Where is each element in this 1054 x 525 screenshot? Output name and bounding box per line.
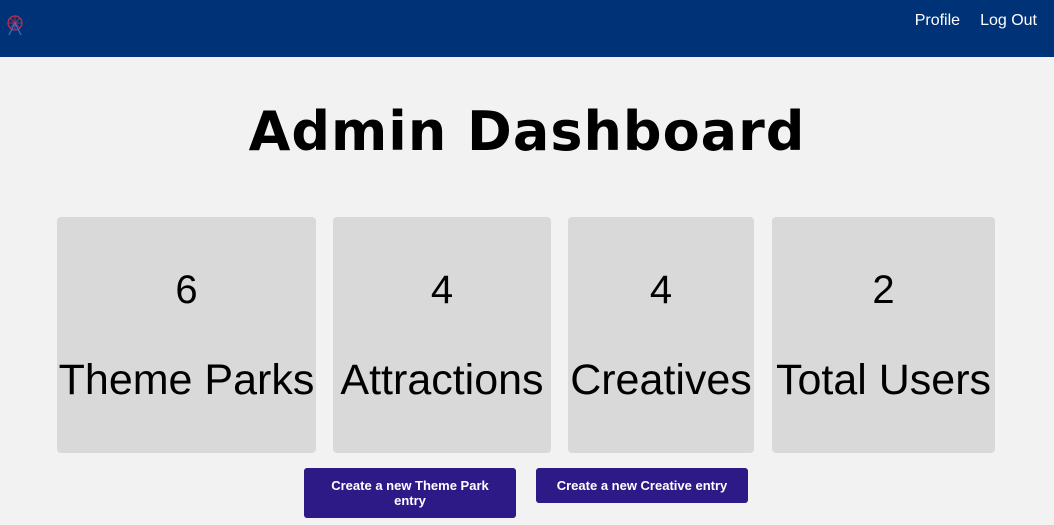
stat-label: Creatives [570,356,752,404]
stat-value: 2 [872,268,895,312]
stat-value: 4 [430,268,454,312]
stat-card-theme-parks: 6 Theme Parks [57,217,316,453]
stat-label: Total Users [775,356,992,404]
stat-card-total-users: 2 Total Users [772,217,995,453]
stat-card-attractions: 4 Attractions [333,217,551,453]
stat-card-creatives: 4 Creatives [568,217,754,453]
nav-links: Profile Log Out [915,12,1037,30]
stat-label: Theme Parks [58,356,315,404]
stat-value: 4 [649,268,673,312]
profile-link[interactable]: Profile [915,12,960,30]
stat-value: 6 [175,268,198,312]
create-creative-button[interactable]: Create a new Creative entry [536,468,748,503]
page-title: Admin Dashboard [248,100,806,163]
logout-link[interactable]: Log Out [980,12,1037,30]
stat-label: Attractions [340,356,544,404]
create-theme-park-button[interactable]: Create a new Theme Park entry [304,468,516,518]
ferris-wheel-icon[interactable] [5,14,25,36]
top-navbar: Profile Log Out [0,0,1054,57]
